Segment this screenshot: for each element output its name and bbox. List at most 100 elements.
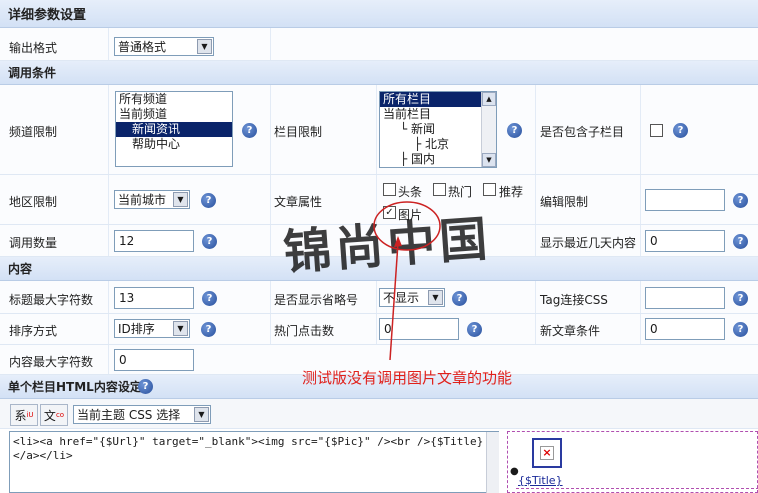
theme-css-select[interactable]: 当前主题 CSS 选择 ▼ bbox=[73, 405, 211, 424]
sort-row: 排序方式 ID排序 ▼ ? 热门点击数 0 ? 新文章条件 0 ? bbox=[0, 314, 758, 345]
hot-clicks-label: 热门点击数 bbox=[274, 324, 335, 338]
attr-picture-checkbox[interactable]: ✓ bbox=[383, 206, 396, 219]
column-option[interactable]: 当前栏目 bbox=[380, 107, 496, 122]
scroll-down-icon[interactable]: ▼ bbox=[482, 153, 496, 167]
content-max-input[interactable]: 0 bbox=[114, 349, 194, 371]
sort-select[interactable]: ID排序 ▼ bbox=[114, 319, 190, 338]
channel-option[interactable]: 帮助中心 bbox=[116, 137, 232, 152]
chevron-down-icon: ▼ bbox=[197, 39, 212, 54]
chevron-down-icon: ▼ bbox=[428, 290, 443, 305]
show-ellipsis-label: 是否显示省略号 bbox=[274, 293, 359, 307]
article-attr-label: 文章属性 bbox=[274, 195, 323, 209]
toolbar-button-system-label: 系 bbox=[14, 408, 27, 423]
help-icon[interactable]: ? bbox=[733, 234, 748, 249]
tag-css-label: Tag连接CSS bbox=[540, 293, 608, 307]
include-sub-checkbox[interactable] bbox=[650, 124, 663, 137]
title-max-row: 标题最大字符数 13 ? 是否显示省略号 不显示 ▼ ? Tag连接CSS ? bbox=[0, 281, 758, 314]
channel-option-selected[interactable]: 新闻资讯 bbox=[116, 122, 232, 137]
column-option-selected[interactable]: 所有栏目 bbox=[380, 92, 481, 107]
output-format-select[interactable]: 普通格式 ▼ bbox=[114, 37, 214, 56]
region-limit-label: 地区限制 bbox=[9, 195, 58, 209]
toolbar-button-text[interactable]: 文 co bbox=[40, 404, 68, 426]
recent-days-input[interactable]: 0 bbox=[645, 230, 725, 252]
call-count-row: 调用数量 12 ? 显示最近几天内容 0 ? bbox=[0, 225, 758, 257]
template-code-editor[interactable]: <li><a href="{$Url}" target="_blank"><im… bbox=[9, 431, 499, 493]
attr-recommend-label: 推荐 bbox=[499, 185, 524, 199]
help-icon[interactable]: ? bbox=[733, 322, 748, 337]
region-value: 当前城市 bbox=[118, 193, 167, 207]
panel-title-bar: 详细参数设置 bbox=[0, 0, 758, 28]
channel-option[interactable]: 当前频道 bbox=[116, 107, 232, 122]
theme-css-value: 当前主题 CSS 选择 bbox=[77, 408, 181, 422]
new-article-label: 新文章条件 bbox=[540, 324, 601, 338]
output-format-row: 输出格式 普通格式 ▼ bbox=[0, 28, 758, 61]
call-count-input[interactable]: 12 bbox=[114, 230, 194, 252]
show-ellipsis-value: 不显示 bbox=[383, 291, 420, 305]
section-content: 内容 bbox=[0, 257, 758, 281]
channel-limit-label: 频道限制 bbox=[9, 125, 58, 139]
broken-image-icon: × bbox=[532, 438, 562, 468]
preview-title-link[interactable]: {$Title} bbox=[518, 474, 563, 487]
attr-picture-label: 图片 bbox=[398, 208, 423, 222]
attr-recommend-checkbox[interactable] bbox=[483, 183, 496, 196]
column-scrollbar[interactable]: ▲ ▼ bbox=[481, 92, 496, 167]
help-icon[interactable]: ? bbox=[673, 123, 688, 138]
editor-toolbar: 系 iU 文 co 当前主题 CSS 选择 ▼ bbox=[0, 399, 758, 429]
section-html-title: 单个栏目HTML内容设定 bbox=[8, 380, 142, 394]
column-option[interactable]: ├ 北京 bbox=[380, 137, 496, 152]
sort-value: ID排序 bbox=[118, 322, 155, 336]
title-max-label: 标题最大字符数 bbox=[9, 293, 94, 307]
help-icon[interactable]: ? bbox=[202, 234, 217, 249]
attr-headline-checkbox[interactable] bbox=[383, 183, 396, 196]
title-max-input[interactable]: 13 bbox=[114, 287, 194, 309]
annotation-text: 测试版没有调用图片文章的功能 bbox=[302, 369, 513, 387]
column-option[interactable]: ├ 国内 bbox=[380, 152, 496, 167]
section-content-title: 内容 bbox=[8, 262, 33, 276]
show-ellipsis-select[interactable]: 不显示 ▼ bbox=[379, 288, 445, 307]
tag-css-input[interactable] bbox=[645, 287, 725, 309]
chevron-down-icon: ▼ bbox=[194, 407, 209, 422]
help-icon[interactable]: ? bbox=[138, 379, 153, 394]
attr-headline-label: 头条 bbox=[398, 185, 423, 199]
recent-days-label: 显示最近几天内容 bbox=[540, 236, 637, 250]
section-call-conditions: 调用条件 bbox=[0, 61, 758, 85]
help-icon[interactable]: ? bbox=[452, 291, 467, 306]
help-icon[interactable]: ? bbox=[507, 123, 522, 138]
attr-hot-label: 热门 bbox=[448, 185, 473, 199]
help-icon[interactable]: ? bbox=[733, 193, 748, 208]
channel-option[interactable]: 所有频道 bbox=[116, 92, 232, 107]
code-scrollbar[interactable] bbox=[486, 432, 499, 493]
output-format-label: 输出格式 bbox=[9, 41, 58, 55]
help-icon[interactable]: ? bbox=[242, 123, 257, 138]
attr-hot-checkbox[interactable] bbox=[433, 183, 446, 196]
scroll-up-icon[interactable]: ▲ bbox=[482, 92, 496, 106]
new-article-input[interactable]: 0 bbox=[645, 318, 725, 340]
column-limit-label: 栏目限制 bbox=[274, 125, 323, 139]
column-listbox[interactable]: 所有栏目 当前栏目 └ 新闻 ├ 北京 ├ 国内 ▲ ▼ bbox=[379, 91, 497, 168]
help-icon[interactable]: ? bbox=[467, 322, 482, 337]
region-select[interactable]: 当前城市 ▼ bbox=[114, 190, 190, 209]
call-count-label: 调用数量 bbox=[9, 236, 58, 250]
toolbar-button-text-label: 文 bbox=[43, 408, 56, 423]
editor-limit-label: 编辑限制 bbox=[540, 195, 589, 209]
template-preview: ● × {$Title} bbox=[507, 431, 758, 493]
panel-title: 详细参数设置 bbox=[8, 8, 87, 23]
channel-listbox[interactable]: 所有频道 当前频道 新闻资讯 帮助中心 bbox=[115, 91, 233, 167]
help-icon[interactable]: ? bbox=[733, 291, 748, 306]
preview-divider bbox=[516, 488, 758, 489]
editor-limit-input[interactable] bbox=[645, 189, 725, 211]
content-max-label: 内容最大字符数 bbox=[9, 355, 94, 369]
help-icon[interactable]: ? bbox=[202, 291, 217, 306]
channel-column-row: 频道限制 所有频道 当前频道 新闻资讯 帮助中心 ? 栏目限制 所有栏目 当前栏… bbox=[0, 85, 758, 175]
chevron-down-icon: ▼ bbox=[173, 192, 188, 207]
section-call-title: 调用条件 bbox=[8, 66, 57, 80]
toolbar-button-system[interactable]: 系 iU bbox=[10, 404, 38, 426]
output-format-value: 普通格式 bbox=[118, 40, 167, 54]
include-sub-label: 是否包含子栏目 bbox=[540, 125, 625, 139]
column-option[interactable]: └ 新闻 bbox=[380, 122, 496, 137]
help-icon[interactable]: ? bbox=[201, 322, 216, 337]
region-row: 地区限制 当前城市 ▼ ? 文章属性 头条 热门 推荐 ✓ 图片 编辑限制 ? bbox=[0, 175, 758, 225]
hot-clicks-input[interactable]: 0 bbox=[379, 318, 459, 340]
sort-label: 排序方式 bbox=[9, 324, 58, 338]
help-icon[interactable]: ? bbox=[201, 193, 216, 208]
